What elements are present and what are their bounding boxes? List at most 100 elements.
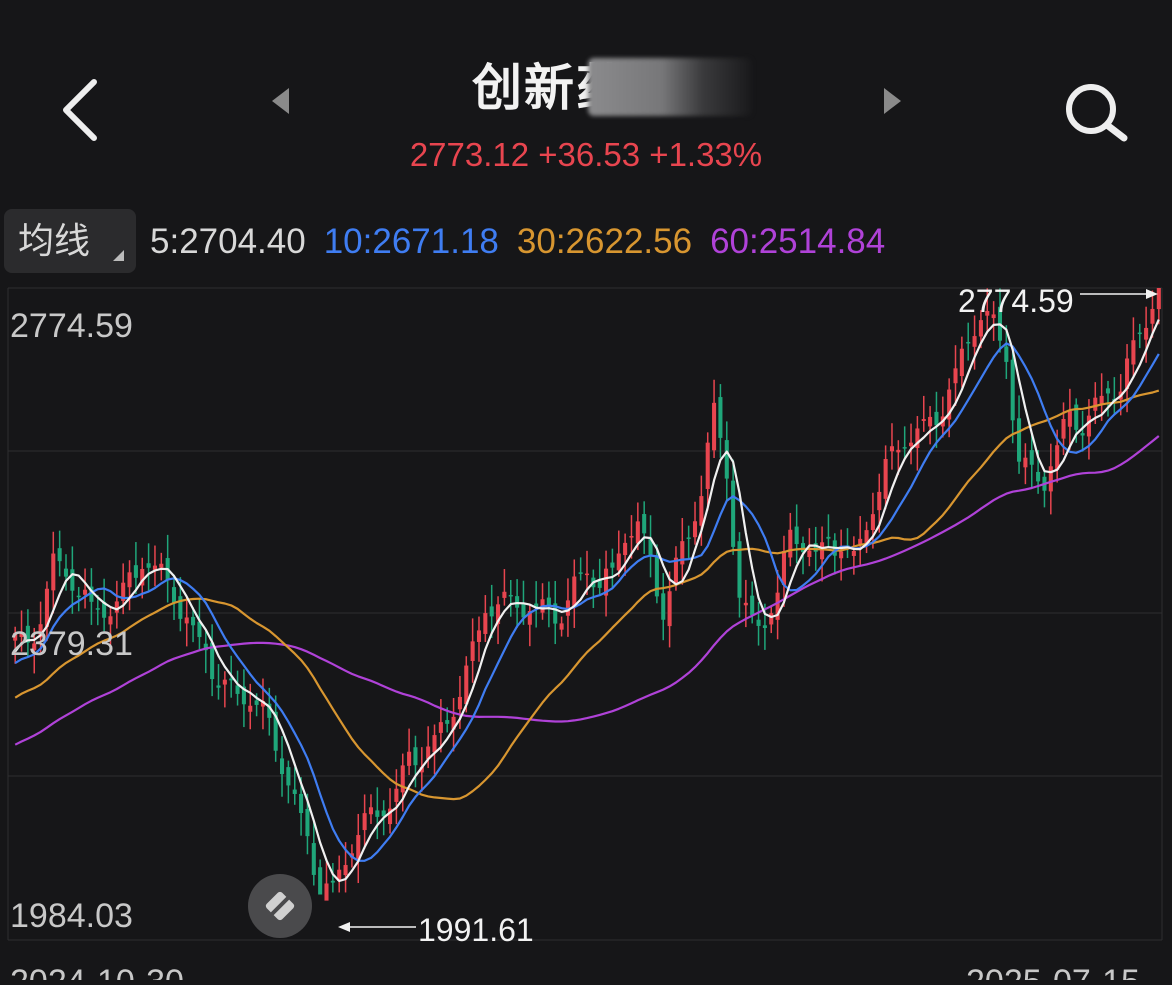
candle-body <box>661 593 666 620</box>
candle <box>83 568 88 609</box>
candle-body <box>508 594 513 597</box>
candle <box>610 548 615 589</box>
draw-tool-button[interactable] <box>248 874 312 938</box>
candle <box>1017 395 1022 474</box>
candle-body <box>375 810 380 817</box>
candle <box>851 536 856 575</box>
back-arrow-icon[interactable] <box>58 78 102 142</box>
candle <box>1080 410 1085 452</box>
candle-body <box>108 616 113 625</box>
y-axis-label-top: 2774.59 <box>10 307 133 345</box>
candle <box>769 605 774 634</box>
candle-body <box>921 419 926 421</box>
candle <box>502 569 507 606</box>
candle-body <box>559 623 564 630</box>
candle-body <box>902 447 907 449</box>
candle-body <box>1036 471 1041 482</box>
candle <box>604 550 609 617</box>
candle <box>508 580 513 617</box>
candle-body <box>470 641 475 661</box>
candle <box>902 426 907 459</box>
candle-body <box>305 808 310 837</box>
candle <box>318 859 323 895</box>
dropdown-corner-icon <box>113 250 124 261</box>
ma30-value: 30:2622.56 <box>516 222 693 261</box>
candle-body <box>457 696 462 710</box>
candle-body <box>489 606 494 617</box>
candle <box>940 396 945 438</box>
candle-body <box>578 572 583 574</box>
candle <box>591 569 596 608</box>
candle <box>324 861 329 901</box>
candle-body <box>1010 359 1015 421</box>
candle <box>394 769 399 825</box>
candle <box>578 557 583 581</box>
candle-body <box>1156 288 1161 310</box>
candle-body <box>127 572 132 588</box>
candle-body <box>762 625 767 629</box>
candle-body <box>171 587 177 604</box>
candle-body <box>254 700 259 705</box>
chart-area[interactable]: 2774.59 2379.31 1984.03 2774.59 1991.61 … <box>0 283 1172 985</box>
candle-body <box>928 416 933 427</box>
candle-body <box>623 542 628 556</box>
candle-body <box>368 807 374 815</box>
candle-body <box>445 720 450 724</box>
candle <box>1048 443 1053 515</box>
ma-toggle-button[interactable]: 均线 <box>4 209 136 273</box>
candle <box>959 336 964 388</box>
candle <box>686 525 691 560</box>
candle <box>248 683 253 730</box>
candlestick-chart[interactable]: 2774.59 2379.31 1984.03 2774.59 1991.61 … <box>0 283 1172 985</box>
candle-body <box>731 480 736 547</box>
candle <box>330 863 335 893</box>
candle-body <box>51 553 56 591</box>
candle-body <box>870 514 875 531</box>
candle <box>1042 469 1047 508</box>
candle-body <box>432 735 437 753</box>
candle <box>476 616 482 662</box>
candle-body <box>699 496 704 526</box>
candle <box>820 526 825 582</box>
candle <box>928 406 933 445</box>
candle <box>572 559 577 628</box>
candle-body <box>826 536 831 539</box>
candle <box>286 760 291 804</box>
ma-values: 5:2704.40 10:2671.18 30:2622.56 60:2514.84 <box>150 222 903 262</box>
candle-body <box>483 613 488 634</box>
candle-body <box>1067 411 1072 427</box>
candle <box>51 531 56 614</box>
next-arrow-icon[interactable] <box>884 88 901 114</box>
candle-body <box>318 867 323 895</box>
candle-body <box>1086 415 1091 437</box>
candle-body <box>95 608 100 610</box>
prev-arrow-icon[interactable] <box>272 88 289 114</box>
candle-body <box>877 491 882 511</box>
candle-body <box>83 589 88 595</box>
candle <box>222 671 227 708</box>
candle <box>724 421 729 501</box>
candle <box>235 670 240 706</box>
candle-body <box>934 411 939 426</box>
price-quote: 2773.12 +36.53 +1.33% <box>409 136 763 173</box>
candle-body <box>966 341 971 344</box>
candle-body <box>584 573 590 576</box>
candle-body <box>1048 466 1053 492</box>
candle-body <box>889 446 895 452</box>
candle <box>152 545 157 587</box>
candle <box>546 581 551 628</box>
candle <box>966 322 971 361</box>
candle-body <box>362 813 367 831</box>
search-icon[interactable] <box>1060 80 1130 144</box>
candle-body <box>1080 433 1085 436</box>
candle <box>1105 380 1111 417</box>
candle-body <box>133 565 138 578</box>
candle <box>1023 443 1028 485</box>
candle-body <box>521 602 526 618</box>
candle-body <box>1144 327 1149 340</box>
candle <box>737 532 742 618</box>
high-annotation-label: 2774.59 <box>958 285 1074 319</box>
candle-body <box>1004 346 1009 362</box>
candle <box>661 573 666 641</box>
candle <box>889 423 895 470</box>
